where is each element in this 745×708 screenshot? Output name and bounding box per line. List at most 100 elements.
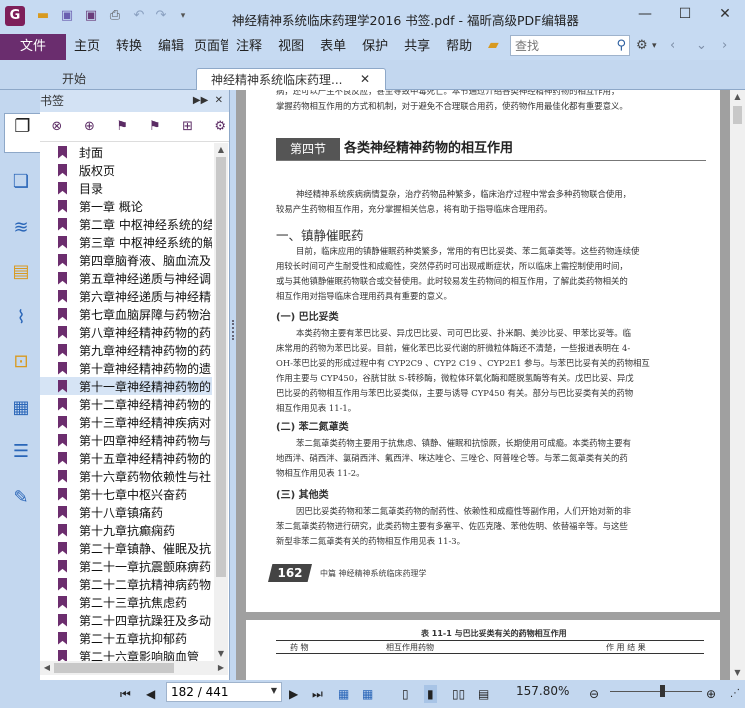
tab-document[interactable]: 神经精神系统临床药理... [196,68,386,91]
bookmark-options-icon[interactable]: ⚙ [211,118,229,136]
document-vertical-scrollbar[interactable]: ▲ ▼ [730,90,745,680]
scroll-left-icon[interactable]: ◀ [40,661,54,675]
doc-scroll-down-icon[interactable]: ▼ [730,666,745,680]
bookmark-item[interactable]: 第二十二章抗精神病药物 [40,575,212,593]
nav-forward-icon[interactable]: › [722,38,727,53]
menu-convert[interactable]: 转换 [108,34,150,60]
first-page-icon[interactable]: ⏮ [120,685,131,703]
bookmark-item[interactable]: 第二十四章抗躁狂及多动 [40,611,212,629]
bookmark-item[interactable]: 第九章神经精神药物的药 [40,341,212,359]
resize-grip-icon[interactable]: ⋰ [730,685,740,703]
redo-icon[interactable]: ↷ [153,8,169,24]
nav-back-icon[interactable]: ‹ [670,38,675,53]
search-icon[interactable]: ⚲ [616,38,626,53]
bookmark-item[interactable]: 第四章脑脊液、脑血流及 [40,251,212,269]
save-icon[interactable]: ▣ [59,8,75,24]
close-window-button[interactable]: ✕ [705,0,745,28]
single-page-icon[interactable]: ▯ [402,685,409,703]
panel-collapse-icon[interactable]: ▶▶ ✕ [193,90,223,112]
bookmark-vertical-scrollbar[interactable]: ▲ ▼ [214,143,228,661]
bookmark-hscroll-thumb[interactable] [54,663,174,673]
menu-help[interactable]: 帮助 [438,34,480,60]
scroll-right-icon[interactable]: ▶ [214,661,228,675]
zoom-slider-thumb[interactable] [660,685,665,697]
bookmark-horizontal-scrollbar[interactable]: ◀ ▶ [40,661,228,675]
document-properties-icon[interactable]: ▦ [8,395,34,421]
bookmark-item[interactable]: 第一章 概论 [40,197,212,215]
bookmark-item[interactable]: 第十二章神经精神药物的 [40,395,212,413]
page-thumbnails-icon[interactable]: ❏ [8,169,34,195]
splitter-grip[interactable] [232,320,234,340]
bookmark-item[interactable]: 第十三章神经精神疾病对 [40,413,212,431]
layers-icon[interactable]: ≋ [8,215,34,241]
bookmark-item[interactable]: 第五章神经递质与神经调 [40,269,212,287]
page-number-input[interactable] [167,683,263,701]
previous-view-icon[interactable]: ▦ [338,685,349,703]
file-menu[interactable]: 文件 [0,34,66,60]
bookmark-item[interactable]: 目录 [40,179,212,197]
save-as-icon[interactable]: ▣ [83,8,99,24]
signatures-icon[interactable]: ✎ [8,485,34,511]
bookmark-item[interactable]: 第七章血脑屏障与药物治 [40,305,212,323]
customize-icon[interactable]: ▾ [175,8,191,24]
bookmark-item[interactable]: 第十八章镇痛药 [40,503,212,521]
doc-scroll-thumb[interactable] [733,106,742,124]
nav-down-icon[interactable]: ⌄ [696,38,707,53]
zoom-in-icon[interactable]: ⊕ [706,685,716,703]
next-page-icon[interactable]: ▶ [289,685,298,703]
document-view[interactable]: 病，还可以产生不良反应，甚至导致中毒死亡。本节通过介绍各类神经精神药物的相互作用… [236,90,745,680]
continuous-page-icon[interactable]: ▮ [424,685,437,703]
page-dropdown-icon[interactable]: ▼ [271,686,277,695]
bookmark-item[interactable]: 第十五章神经精神药物的 [40,449,212,467]
add-bookmark-icon[interactable]: ⊕ [81,118,99,136]
expand-bookmark-icon[interactable]: ⚑ [146,118,164,136]
bookmark-item[interactable]: 第二十五章抗抑郁药 [40,629,212,647]
minimize-button[interactable]: — [625,0,665,28]
bookmark-item[interactable]: 第十九章抗癫痫药 [40,521,212,539]
bookmark-item[interactable]: 第十六章药物依赖性与社 [40,467,212,485]
bookmark-item[interactable]: 版权页 [40,161,212,179]
scroll-down-icon[interactable]: ▼ [214,647,228,661]
form-fields-icon[interactable]: ☰ [8,439,34,465]
bookmark-item[interactable]: 第十一章神经精神药物的 [40,377,212,395]
last-page-icon[interactable]: ⏭ [312,685,323,703]
bookmark-item[interactable]: 第十七章中枢兴奋药 [40,485,212,503]
move-bookmark-icon[interactable]: ⚑ [113,118,131,136]
zoom-out-icon[interactable]: ⊖ [589,685,599,703]
continuous-facing-icon[interactable]: ▤ [478,685,489,703]
zoom-level[interactable]: 157.80% [516,684,569,698]
menu-comment[interactable]: 注释 [228,34,270,60]
menu-view[interactable]: 视图 [270,34,312,60]
bookmark-item[interactable]: 第二章 中枢神经系统的结 [40,215,212,233]
attachments-icon[interactable]: ⌇ [8,305,34,331]
facing-pages-icon[interactable]: ▯▯ [452,685,465,703]
bookmark-item[interactable]: 第二十章镇静、催眠及抗 [40,539,212,557]
settings-gear-icon[interactable]: ⚙ [636,38,648,53]
bookmark-item[interactable]: 第二十三章抗焦虑药 [40,593,212,611]
menu-share[interactable]: 共享 [396,34,438,60]
doc-scroll-up-icon[interactable]: ▲ [730,90,745,104]
bookmark-item[interactable]: 封面 [40,143,212,161]
bookmark-item[interactable]: 第六章神经递质与神经精 [40,287,212,305]
comments-icon[interactable]: ▤ [8,259,34,285]
undo-icon[interactable]: ↶ [131,8,147,24]
security-lock-icon[interactable]: ⊡ [8,349,34,375]
bookmark-item[interactable]: 第三章 中枢神经系统的解 [40,233,212,251]
bookmark-scroll-thumb[interactable] [216,157,226,577]
menu-page[interactable]: 页面管 [192,34,228,60]
bookmark-panel-icon[interactable]: ❐ [4,113,40,153]
menu-protect[interactable]: 保护 [354,34,396,60]
print-icon[interactable]: ⎙ [107,8,123,24]
new-bookmark-page-icon[interactable]: ⊞ [179,118,197,136]
next-view-icon[interactable]: ▦ [362,685,373,703]
tab-close-icon[interactable]: ✕ [360,72,370,86]
search-input[interactable] [511,36,607,55]
bookmark-item[interactable]: 第二十一章抗震颤麻痹药 [40,557,212,575]
bookmark-item[interactable]: 第二十六章影响脑血管 [40,647,212,661]
zoom-slider-track[interactable] [610,691,702,692]
menu-edit[interactable]: 编辑 [150,34,192,60]
maximize-button[interactable]: ☐ [665,0,705,28]
tab-start[interactable]: 开始 [48,68,190,90]
settings-dropdown-icon[interactable]: ▾ [652,41,657,51]
menu-form[interactable]: 表单 [312,34,354,60]
